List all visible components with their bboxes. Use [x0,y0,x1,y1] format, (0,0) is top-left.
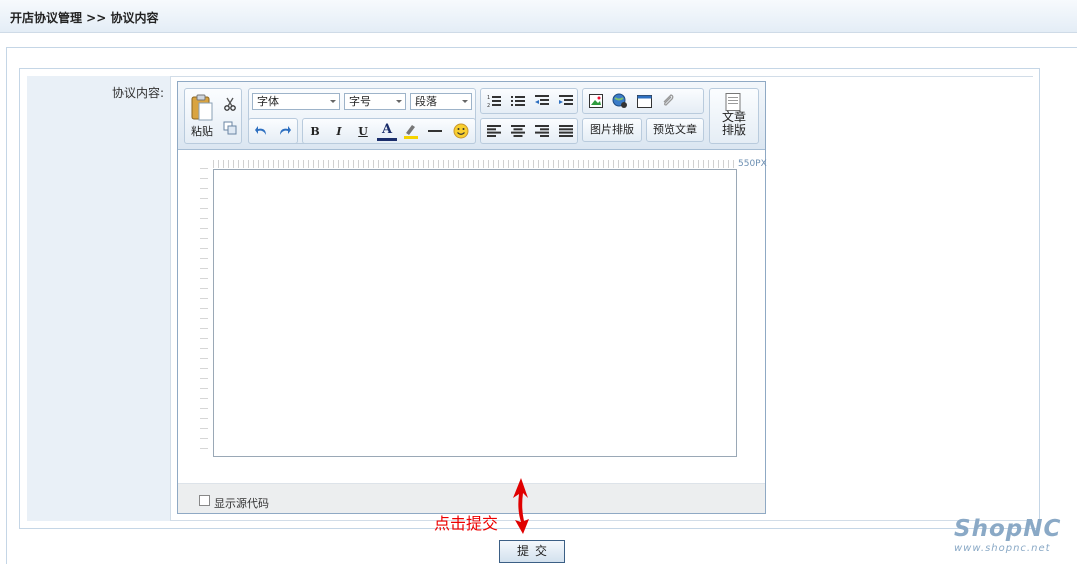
editor-footer: 显示源代码 [178,483,765,513]
editor-toolbar: 粘贴 字体 字号 段落 B I U A 1 2 图片排版 预览文章 文章 排版 [178,82,765,150]
dropdown-arrow-icon [462,100,468,103]
scissors-icon [224,97,236,111]
horizontal-ruler [213,160,737,168]
insert-image-button[interactable] [585,92,607,110]
field-label: 协议内容: [111,86,164,100]
image-layout-button[interactable]: 图片排版 [582,118,642,142]
indent-button[interactable] [555,92,577,110]
align-justify-button[interactable] [555,122,577,140]
font-family-select[interactable]: 字体 [252,93,340,110]
article-layout-label-2: 排版 [721,123,746,137]
text-style-group: B I U A [302,118,476,144]
align-right-icon [535,125,549,137]
unordered-list-icon [511,96,525,106]
highlight-button[interactable] [401,122,421,140]
insert-media-button[interactable] [609,92,631,110]
show-source-checkbox[interactable] [199,495,210,506]
logo-brand: ShopNC [954,516,1062,542]
rich-text-editor: 粘贴 字体 字号 段落 B I U A 1 2 图片排版 预览文章 文章 排版 … [177,81,767,514]
paste-button[interactable]: 粘贴 [187,91,217,141]
cut-button[interactable] [221,95,239,113]
copy-button[interactable] [221,119,239,137]
ordered-list-icon: 12 [487,95,501,108]
insert-table-button[interactable] [633,92,655,110]
show-source-label: 显示源代码 [214,497,269,510]
header-bar: 开店协议管理 >> 协议内容 [0,0,1077,33]
clipboard-group: 粘贴 [184,88,242,144]
editor-canvas-area: 550PX [178,150,767,483]
submit-hint: 点击提交 [434,514,499,533]
red-arrow-icon [513,478,529,534]
align-left-icon [487,125,501,137]
smiley-icon [453,123,469,139]
align-justify-icon [559,125,573,137]
label-column: 协议内容: [27,76,171,521]
ruler-width-label: 550PX [738,159,767,169]
media-globe-icon [612,93,627,108]
undo-button[interactable] [252,122,272,140]
horizontal-rule-button[interactable] [425,122,445,140]
paperclip-icon [663,94,674,106]
article-layout-button[interactable]: 文章 排版 [709,88,759,144]
document-icon [725,93,741,111]
attachment-button[interactable] [657,92,679,110]
dropdown-arrow-icon [330,100,336,103]
breadcrumb: 开店协议管理 >> 协议内容 [10,11,159,25]
italic-button[interactable]: I [329,122,349,140]
highlight-pen-icon [404,125,418,139]
editor-content-area[interactable] [213,169,737,457]
submit-button[interactable]: 提交 [499,540,565,563]
svg-text:2: 2 [487,103,490,108]
font-size-select[interactable]: 字号 [344,93,406,110]
dropdown-arrow-icon [396,100,402,103]
align-center-icon [511,125,525,137]
vertical-ruler [200,168,208,458]
paragraph-select[interactable]: 段落 [410,93,472,110]
outdent-icon [535,95,549,105]
outdent-button[interactable] [531,92,553,110]
unordered-list-button[interactable] [507,92,529,110]
redo-button[interactable] [274,122,294,140]
preview-article-button[interactable]: 预览文章 [646,118,704,142]
shopnc-logo: ShopNC www.shopnc.net [948,516,1073,558]
undo-icon [255,126,266,135]
svg-text:1: 1 [487,95,490,101]
align-group [480,118,578,144]
horizontal-line-icon [428,130,442,132]
redo-icon [280,126,291,135]
undo-group [248,118,298,144]
align-right-button[interactable] [531,122,553,140]
emoticon-button[interactable] [451,121,471,141]
image-icon [589,94,603,108]
align-center-button[interactable] [507,122,529,140]
logo-url: www.shopnc.net [954,543,1051,554]
indent-icon [559,95,573,105]
paste-label: 粘贴 [191,124,213,138]
bold-button[interactable]: B [305,122,325,140]
font-color-button[interactable]: A [377,121,397,141]
paste-icon [191,94,213,120]
insert-group [582,88,704,114]
ordered-list-button[interactable]: 12 [483,92,505,110]
underline-button[interactable]: U [353,122,373,140]
copy-icon [223,121,237,135]
list-group: 12 [480,88,578,114]
align-left-button[interactable] [483,122,505,140]
table-icon [636,94,652,108]
